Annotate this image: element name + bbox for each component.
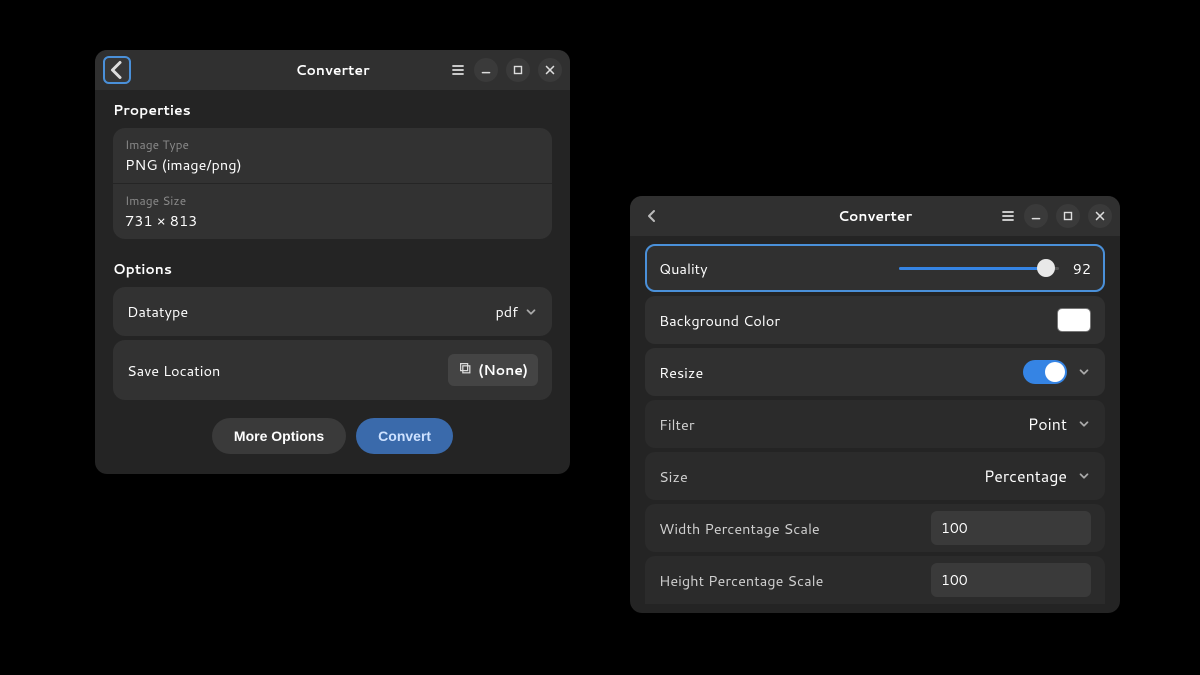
chevron-down-icon: [524, 305, 538, 319]
filter-label: Filter: [659, 414, 1028, 435]
close-button[interactable]: [1088, 204, 1112, 228]
width-scale-input[interactable]: 100: [931, 511, 1091, 545]
image-size-value: 731 × 813: [125, 210, 540, 231]
chevron-down-icon: [1077, 469, 1091, 483]
hamburger-menu-icon[interactable]: [450, 62, 466, 78]
size-value: Percentage: [984, 465, 1067, 488]
size-row[interactable]: Size Percentage: [645, 452, 1105, 500]
image-size-label: Image Size: [125, 192, 540, 209]
options-heading: Options: [113, 259, 552, 279]
close-button[interactable]: [538, 58, 562, 82]
titlebar: Converter: [630, 196, 1120, 236]
background-color-button[interactable]: [1057, 308, 1091, 332]
chevron-down-icon: [1077, 417, 1091, 431]
height-scale-label: Height Percentage Scale: [659, 570, 931, 591]
quality-value: 92: [1069, 258, 1091, 279]
converter-main-window: Converter Properties Image Type PNG (ima…: [95, 50, 570, 474]
maximize-button[interactable]: [1056, 204, 1080, 228]
save-location-label: Save Location: [127, 360, 448, 381]
quality-slider[interactable]: [899, 259, 1059, 277]
chevron-down-icon[interactable]: [1077, 365, 1091, 379]
properties-group: Image Type PNG (image/png) Image Size 73…: [113, 128, 552, 239]
image-type-row: Image Type PNG (image/png): [113, 128, 552, 184]
save-location-row: Save Location (None): [113, 340, 552, 400]
more-options-button[interactable]: More Options: [212, 418, 346, 454]
convert-button[interactable]: Convert: [356, 418, 453, 454]
size-label: Size: [659, 466, 984, 487]
properties-heading: Properties: [113, 100, 552, 120]
converter-options-window: Converter Quality 92 Background Color: [630, 196, 1120, 613]
width-scale-row: Width Percentage Scale 100: [645, 504, 1105, 552]
background-color-row: Background Color: [645, 296, 1105, 344]
image-type-value: PNG (image/png): [125, 154, 540, 175]
height-scale-input[interactable]: 100: [931, 563, 1091, 597]
save-location-button[interactable]: (None): [448, 354, 538, 386]
minimize-button[interactable]: [474, 58, 498, 82]
height-scale-row: Height Percentage Scale 100: [645, 556, 1105, 604]
image-size-row: Image Size 731 × 813: [113, 184, 552, 239]
width-scale-label: Width Percentage Scale: [659, 518, 931, 539]
datatype-row[interactable]: Datatype pdf: [113, 287, 552, 336]
filter-value: Point: [1028, 413, 1067, 436]
quality-label: Quality: [659, 258, 899, 279]
resize-label: Resize: [659, 362, 1023, 383]
datatype-value: pdf: [495, 301, 518, 322]
resize-row: Resize: [645, 348, 1105, 396]
image-type-label: Image Type: [125, 136, 540, 153]
hamburger-menu-icon[interactable]: [1000, 208, 1016, 224]
quality-row: Quality 92: [645, 244, 1105, 292]
window-title: Converter: [95, 60, 570, 80]
filter-row[interactable]: Filter Point: [645, 400, 1105, 448]
background-color-label: Background Color: [659, 310, 1057, 331]
datatype-label: Datatype: [127, 301, 495, 322]
titlebar: Converter: [95, 50, 570, 90]
copy-icon: [458, 360, 472, 380]
save-location-value: (None): [478, 360, 528, 380]
options-group: Datatype pdf Save Location (None): [113, 287, 552, 400]
back-button[interactable]: [103, 56, 131, 84]
minimize-button[interactable]: [1024, 204, 1048, 228]
back-button[interactable]: [638, 202, 666, 230]
maximize-button[interactable]: [506, 58, 530, 82]
resize-toggle[interactable]: [1023, 360, 1067, 384]
